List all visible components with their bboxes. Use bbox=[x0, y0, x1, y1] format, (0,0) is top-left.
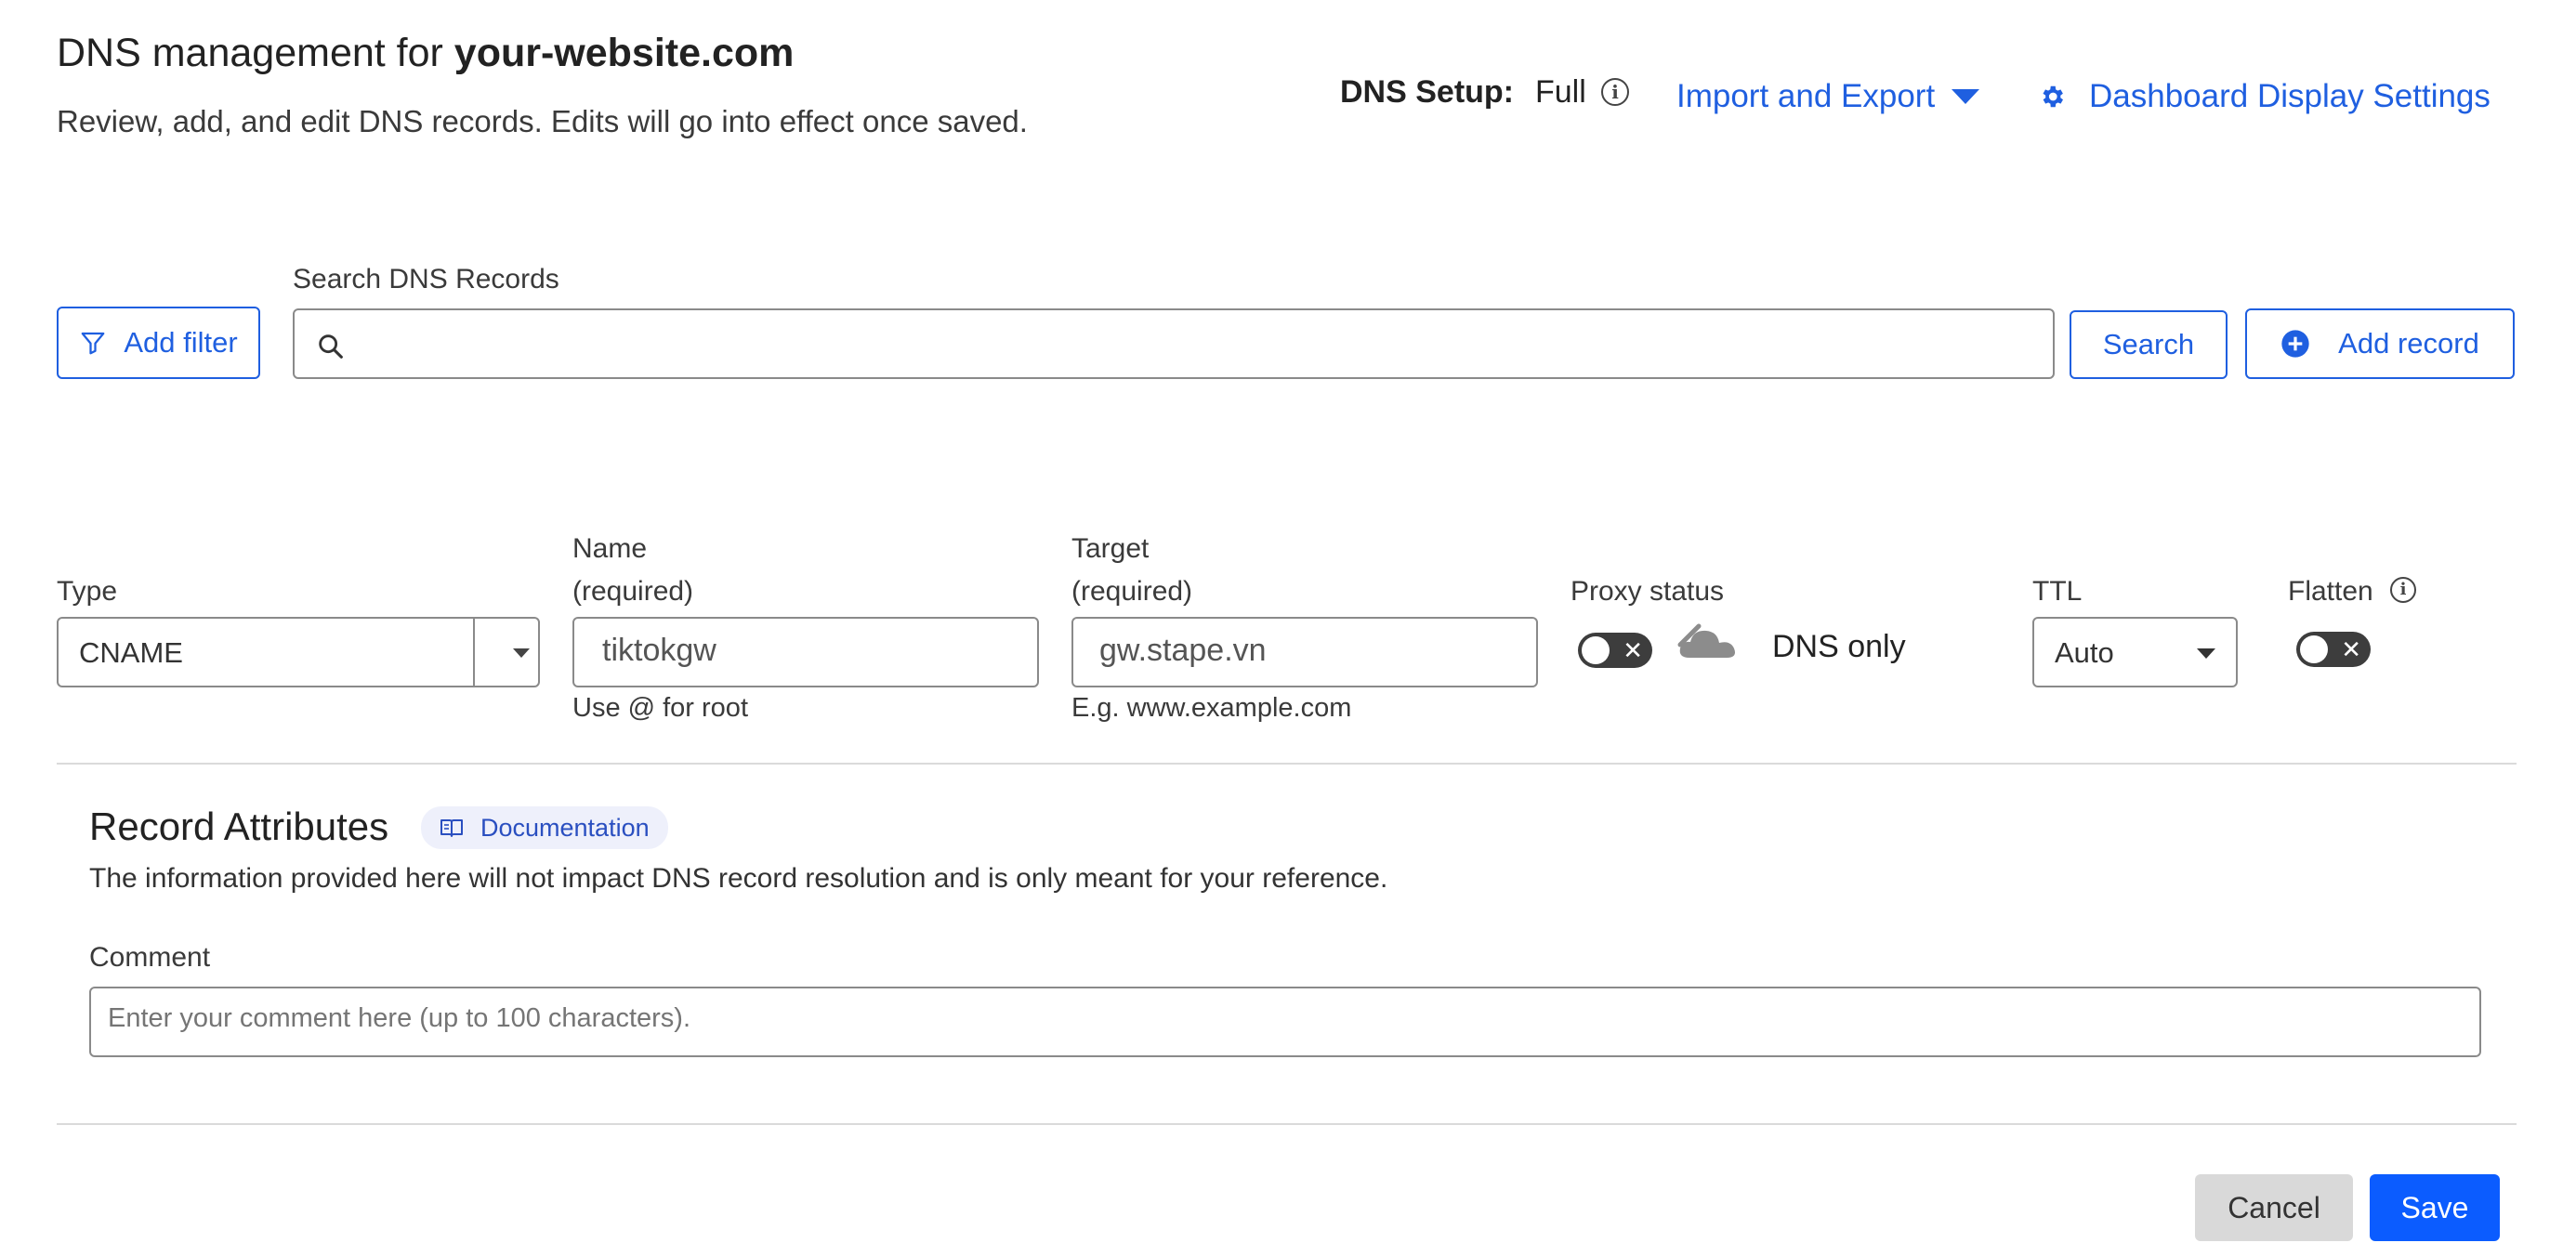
flatten-label: Flatten bbox=[2288, 576, 2373, 607]
import-export-label: Import and Export bbox=[1676, 78, 1936, 114]
name-label: Name bbox=[572, 533, 648, 564]
add-record-button[interactable]: Add record bbox=[2245, 308, 2515, 379]
target-required-label: (required) bbox=[1071, 576, 1193, 607]
add-filter-label: Add filter bbox=[124, 326, 238, 359]
toggle-knob bbox=[1582, 636, 1610, 664]
name-hint: Use @ for root bbox=[572, 693, 748, 723]
info-icon[interactable]: i bbox=[1601, 78, 1629, 106]
attributes-divider bbox=[57, 1123, 2517, 1125]
comment-input[interactable] bbox=[89, 987, 2481, 1057]
proxy-status-value: DNS only bbox=[1772, 629, 1906, 664]
dns-setup-label: DNS Setup: bbox=[1340, 74, 1514, 110]
info-icon[interactable]: i bbox=[2390, 577, 2416, 603]
filter-icon bbox=[81, 332, 105, 355]
book-icon bbox=[440, 819, 463, 837]
proxy-toggle[interactable]: ✕ bbox=[1578, 633, 1652, 668]
record-attributes-title: Record Attributes bbox=[89, 805, 389, 848]
page-title-prefix: DNS management for bbox=[57, 31, 454, 75]
save-label: Save bbox=[2400, 1190, 2469, 1224]
ttl-select[interactable]: Auto bbox=[2032, 617, 2238, 687]
close-icon: ✕ bbox=[1623, 636, 1643, 664]
proxy-status-label: Proxy status bbox=[1571, 576, 1725, 607]
type-select[interactable]: CNAME bbox=[57, 617, 540, 687]
select-divider bbox=[473, 619, 475, 686]
close-icon: ✕ bbox=[2341, 635, 2361, 663]
plus-circle-icon bbox=[2281, 330, 2309, 358]
chevron-down-icon bbox=[2197, 648, 2215, 659]
name-required-label: (required) bbox=[572, 576, 694, 607]
target-input[interactable]: gw.stape.vn bbox=[1071, 617, 1538, 687]
record-attributes-description: The information provided here will not i… bbox=[89, 863, 1388, 894]
search-label: Search DNS Records bbox=[293, 264, 559, 294]
add-filter-button[interactable]: Add filter bbox=[57, 307, 260, 379]
ttl-value: Auto bbox=[2055, 636, 2114, 669]
dashboard-display-settings-link[interactable]: Dashboard Display Settings bbox=[2043, 78, 2491, 115]
save-button[interactable]: Save bbox=[2370, 1174, 2500, 1241]
type-value: CNAME bbox=[79, 636, 183, 669]
cloud-icon bbox=[1677, 623, 1735, 658]
cancel-button[interactable]: Cancel bbox=[2195, 1174, 2353, 1241]
target-label: Target bbox=[1071, 533, 1150, 564]
type-label: Type bbox=[57, 576, 118, 607]
gear-icon bbox=[2043, 85, 2063, 108]
caret-down-icon bbox=[1952, 89, 1980, 104]
dashboard-display-settings-label: Dashboard Display Settings bbox=[2089, 78, 2491, 114]
dns-setup-value: Full bbox=[1535, 74, 1586, 110]
search-icon bbox=[319, 334, 343, 359]
page-subtitle: Review, add, and edit DNS records. Edits… bbox=[57, 104, 1028, 138]
documentation-label: Documentation bbox=[480, 813, 650, 842]
form-divider bbox=[57, 763, 2517, 765]
import-export-link[interactable]: Import and Export bbox=[1676, 78, 1980, 115]
domain-name: your-website.com bbox=[453, 31, 795, 75]
search-input[interactable] bbox=[293, 308, 2055, 379]
cancel-label: Cancel bbox=[2228, 1190, 2320, 1224]
ttl-label: TTL bbox=[2032, 576, 2083, 607]
search-button[interactable]: Search bbox=[2070, 310, 2228, 379]
target-hint: E.g. www.example.com bbox=[1071, 693, 1352, 723]
comment-label: Comment bbox=[89, 942, 211, 973]
flatten-toggle[interactable]: ✕ bbox=[2296, 632, 2371, 667]
page-title: DNS management for your-website.com bbox=[57, 28, 794, 78]
target-value: gw.stape.vn bbox=[1099, 633, 1267, 668]
documentation-link[interactable]: Documentation bbox=[421, 806, 668, 849]
name-value: tiktokgw bbox=[602, 633, 716, 668]
chevron-down-icon bbox=[513, 648, 530, 658]
search-button-label: Search bbox=[2102, 328, 2195, 360]
add-record-label: Add record bbox=[2338, 327, 2479, 360]
toggle-knob bbox=[2300, 635, 2328, 663]
name-input[interactable]: tiktokgw bbox=[572, 617, 1039, 687]
